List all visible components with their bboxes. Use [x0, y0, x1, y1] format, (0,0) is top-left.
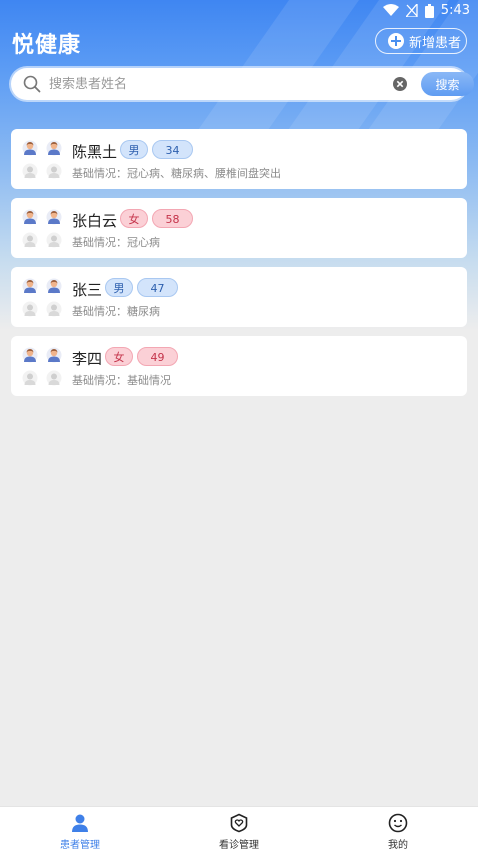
gender-badge: 女	[120, 209, 148, 228]
patient-card[interactable]: 陈黑土男 34 基础情况：冠心病、糖尿病、腰椎间盘突出	[11, 129, 467, 189]
plus-circle-icon	[388, 33, 404, 49]
empty-avatar-icon	[22, 301, 38, 317]
search-bar: 搜索	[11, 68, 474, 100]
tab-patient-management[interactable]: 患者管理	[0, 807, 160, 850]
tab-label: 看诊管理	[219, 840, 259, 850]
person-icon	[72, 814, 88, 832]
no-signal-icon	[405, 4, 418, 17]
shield-heart-icon	[230, 813, 248, 833]
app-title: 悦健康	[12, 33, 82, 58]
doctor-avatar-icon	[46, 140, 62, 156]
add-patient-button[interactable]: 新增患者	[375, 28, 467, 54]
status-bar: 5:43	[0, 0, 478, 24]
doctor-avatar-icon	[46, 278, 62, 294]
basic-condition-text: 基础情况：基础情况	[72, 374, 171, 387]
empty-avatar-icon	[46, 232, 62, 248]
add-patient-label: 新增患者	[409, 35, 462, 51]
age-badge: 47	[137, 278, 178, 297]
gender-badge: 男	[120, 140, 148, 159]
search-button[interactable]: 搜索	[421, 72, 474, 96]
empty-avatar-icon	[22, 163, 38, 179]
patient-card[interactable]: 张三男 47 基础情况：糖尿病	[11, 267, 467, 327]
search-input[interactable]	[49, 72, 379, 96]
doctor-avatar-icon	[22, 347, 38, 363]
age-badge: 34	[152, 140, 193, 159]
patient-name: 陈黑土	[72, 143, 118, 161]
tab-visit-management[interactable]: 看诊管理	[159, 807, 319, 850]
empty-avatar-icon	[46, 301, 62, 317]
tab-label: 我的	[388, 840, 408, 850]
doctor-avatar-icon	[22, 278, 38, 294]
patient-card[interactable]: 张白云女 58 基础情况：冠心病	[11, 198, 467, 258]
tab-mine[interactable]: 我的	[318, 807, 478, 850]
wifi-icon	[382, 4, 399, 16]
empty-avatar-icon	[22, 370, 38, 386]
basic-condition-text: 基础情况：冠心病	[72, 236, 160, 249]
smile-icon	[388, 813, 408, 833]
empty-avatar-icon	[46, 163, 62, 179]
doctor-avatar-icon	[22, 140, 38, 156]
patient-name: 张三	[72, 281, 103, 299]
clock: 5:43	[440, 3, 470, 18]
age-badge: 49	[137, 347, 178, 366]
tab-label: 患者管理	[60, 840, 100, 850]
patient-name: 张白云	[72, 212, 118, 230]
battery-icon	[424, 3, 434, 18]
empty-avatar-icon	[22, 232, 38, 248]
doctor-avatar-icon	[22, 209, 38, 225]
patient-card[interactable]: 李四女 49 基础情况：基础情况	[11, 336, 467, 396]
gender-badge: 女	[105, 347, 133, 366]
basic-condition-text: 基础情况：冠心病、糖尿病、腰椎间盘突出	[72, 167, 281, 180]
bottom-tab-bar: 患者管理 看诊管理 我的	[0, 806, 478, 850]
empty-avatar-icon	[46, 370, 62, 386]
age-badge: 58	[152, 209, 193, 228]
doctor-avatar-icon	[46, 347, 62, 363]
gender-badge: 男	[105, 278, 133, 297]
patient-name: 李四	[72, 350, 103, 368]
basic-condition-text: 基础情况：糖尿病	[72, 305, 160, 318]
clear-icon[interactable]	[393, 77, 407, 91]
search-icon	[23, 75, 41, 93]
doctor-avatar-icon	[46, 209, 62, 225]
